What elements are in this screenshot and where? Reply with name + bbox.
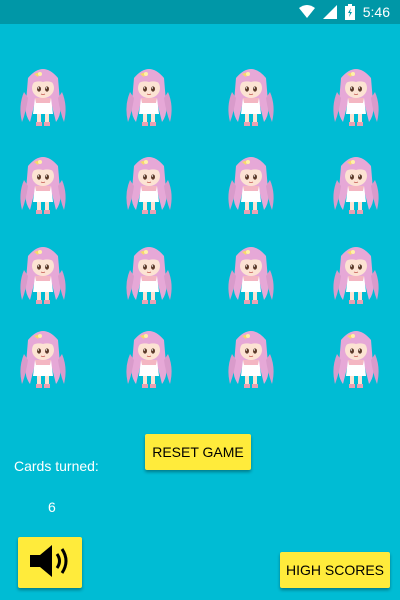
cards-turned-label: Cards turned: xyxy=(14,458,99,474)
memory-card[interactable] xyxy=(16,152,70,222)
memory-card[interactable] xyxy=(329,64,383,134)
chibi-girl-card-back-icon xyxy=(122,240,176,315)
battery-icon xyxy=(344,4,355,20)
game-screen: 5:46 RESET GAME Cards turned: 6 HIGH SCO… xyxy=(0,0,400,600)
memory-card[interactable] xyxy=(16,242,70,312)
sound-toggle-button[interactable] xyxy=(18,537,82,588)
memory-card[interactable] xyxy=(329,326,383,396)
memory-card[interactable] xyxy=(224,152,278,222)
clock-time: 5:46 xyxy=(362,4,390,20)
chibi-girl-card-back-icon xyxy=(224,150,278,225)
chibi-girl-card-back-icon xyxy=(329,62,383,137)
memory-card[interactable] xyxy=(16,326,70,396)
memory-card[interactable] xyxy=(122,326,176,396)
speaker-icon xyxy=(28,543,72,582)
memory-card[interactable] xyxy=(224,326,278,396)
chibi-girl-card-back-icon xyxy=(122,62,176,137)
memory-card[interactable] xyxy=(122,64,176,134)
reset-game-button[interactable]: RESET GAME xyxy=(145,434,251,470)
chibi-girl-card-back-icon xyxy=(224,240,278,315)
signal-icon xyxy=(322,5,337,19)
chibi-girl-card-back-icon xyxy=(16,240,70,315)
memory-card[interactable] xyxy=(122,152,176,222)
memory-card[interactable] xyxy=(224,242,278,312)
chibi-girl-card-back-icon xyxy=(224,62,278,137)
chibi-girl-card-back-icon xyxy=(16,62,70,137)
memory-card[interactable] xyxy=(224,64,278,134)
chibi-girl-card-back-icon xyxy=(329,240,383,315)
chibi-girl-card-back-icon xyxy=(16,324,70,399)
memory-card[interactable] xyxy=(16,64,70,134)
cards-turned-count: 6 xyxy=(48,499,56,515)
high-scores-button[interactable]: HIGH SCORES xyxy=(280,552,390,588)
chibi-girl-card-back-icon xyxy=(329,150,383,225)
status-bar: 5:46 xyxy=(0,0,400,24)
chibi-girl-card-back-icon xyxy=(224,324,278,399)
card-grid xyxy=(0,24,400,424)
memory-card[interactable] xyxy=(122,242,176,312)
wifi-icon xyxy=(298,5,315,19)
memory-card[interactable] xyxy=(329,152,383,222)
chibi-girl-card-back-icon xyxy=(329,324,383,399)
chibi-girl-card-back-icon xyxy=(122,324,176,399)
chibi-girl-card-back-icon xyxy=(122,150,176,225)
chibi-girl-card-back-icon xyxy=(16,150,70,225)
memory-card[interactable] xyxy=(329,242,383,312)
